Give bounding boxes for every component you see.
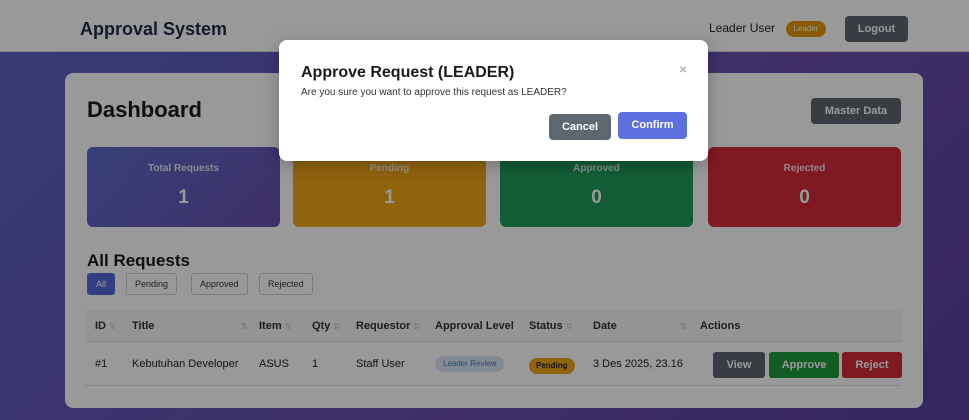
close-icon[interactable]: ×	[679, 61, 687, 77]
modal-message: Are you sure you want to approve this re…	[301, 87, 567, 98]
cancel-button[interactable]: Cancel	[549, 114, 611, 140]
confirm-button[interactable]: Confirm	[618, 112, 687, 139]
modal-title: Approve Request (LEADER)	[301, 64, 515, 81]
approve-modal: Approve Request (LEADER) Are you sure yo…	[279, 40, 708, 161]
